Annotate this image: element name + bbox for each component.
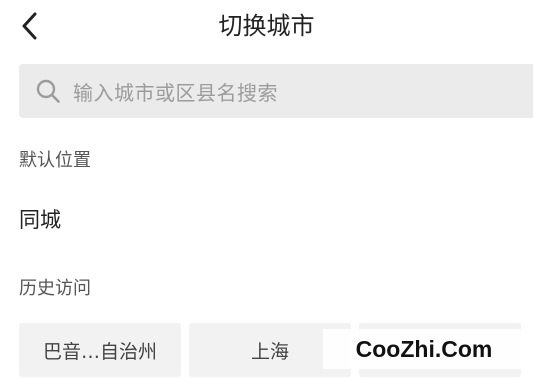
default-location-label: 默认位置 [19, 150, 91, 171]
search-placeholder: 输入城市或区县名搜索 [73, 80, 278, 105]
city-switch-page: 切换城市 输入城市或区县名搜索 默认位置 同城 历史访问 巴音…自治州 上海 C… [0, 0, 533, 378]
page-title: 切换城市 [218, 12, 315, 40]
history-chip[interactable]: 巴音…自治州 [19, 323, 181, 377]
search-icon [35, 78, 61, 104]
default-location-item[interactable]: 同城 [19, 204, 61, 234]
history-label: 历史访问 [19, 278, 91, 299]
search-input[interactable]: 输入城市或区县名搜索 [19, 64, 533, 118]
watermark: CooZhi.Com [323, 329, 525, 369]
